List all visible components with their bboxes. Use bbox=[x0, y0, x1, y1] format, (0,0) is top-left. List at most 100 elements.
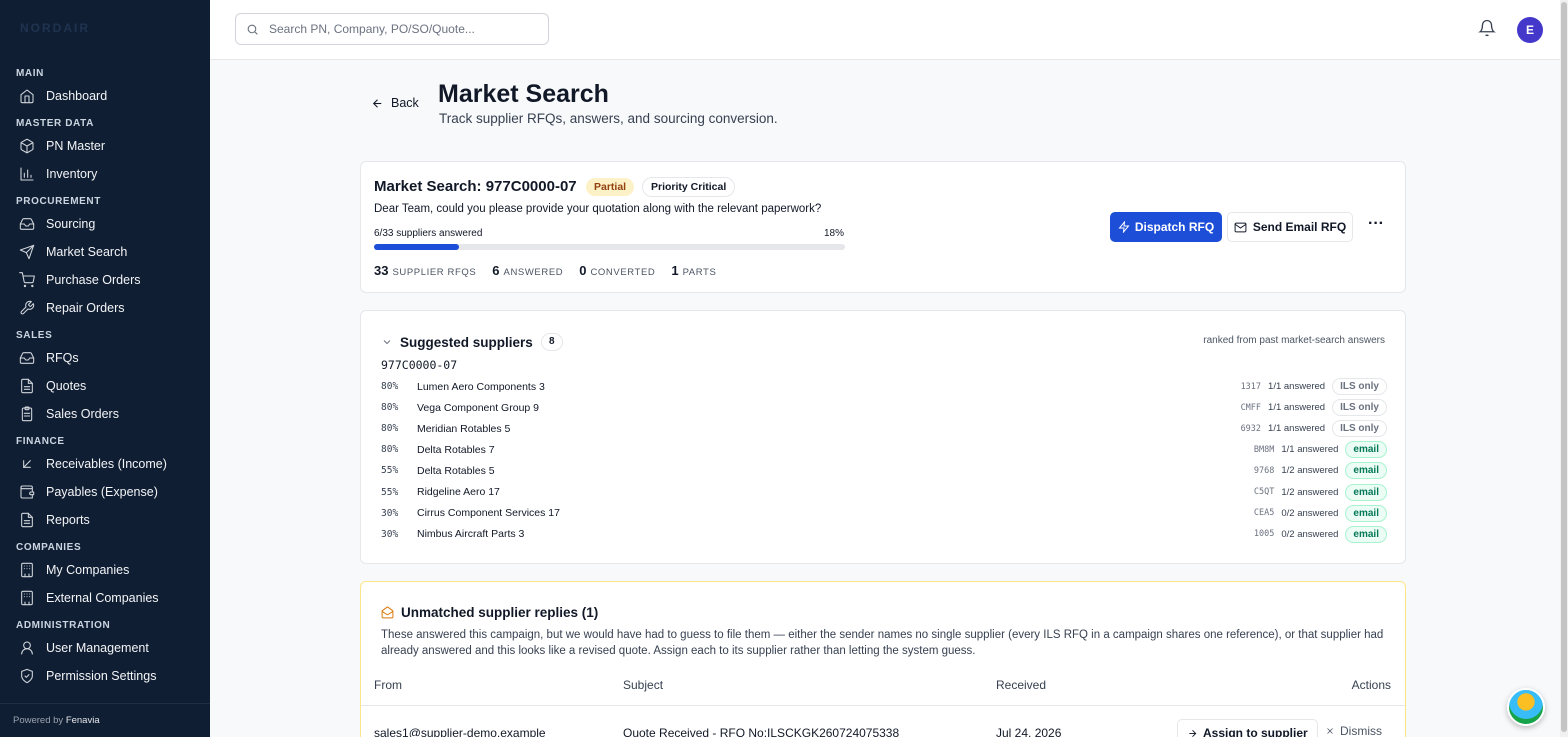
supplier-channel-badge: email bbox=[1345, 525, 1387, 543]
user-avatar[interactable]: E bbox=[1517, 17, 1543, 43]
sidebar-item-label: Purchase Orders bbox=[46, 273, 141, 287]
inbox-icon bbox=[18, 215, 36, 233]
sidebar-item-label: Reports bbox=[46, 513, 90, 527]
supplier-row[interactable]: 80% Lumen Aero Components 3 1317 1/1 answer… bbox=[381, 376, 1387, 397]
suggested-suppliers-toggle[interactable]: Suggested suppliers 8 bbox=[381, 333, 563, 351]
progress-percent: 18% bbox=[824, 228, 845, 239]
row-subject: Quote Received - RFQ No:ILSCKGK260724075… bbox=[623, 726, 900, 737]
sidebar-item-my-companies[interactable]: My Companies bbox=[0, 556, 210, 584]
sidebar-item-user-management[interactable]: User Management bbox=[0, 634, 210, 662]
search-input[interactable] bbox=[269, 22, 539, 36]
mail-open-icon bbox=[381, 606, 394, 619]
arrow-left-icon bbox=[372, 98, 382, 108]
dispatch-rfq-button[interactable]: Dispatch RFQ bbox=[1110, 212, 1222, 242]
assign-to-supplier-button[interactable]: Assign to supplier bbox=[1177, 719, 1318, 737]
sidebar-item-inventory[interactable]: Inventory bbox=[0, 160, 210, 188]
scrollbar-thumb[interactable] bbox=[1561, 2, 1567, 732]
supplier-row[interactable]: 80% Meridian Rotables 5 6932 1/1 answered IL… bbox=[381, 418, 1387, 439]
sidebar-item-receivables-income[interactable]: Receivables (Income) bbox=[0, 450, 210, 478]
supplier-row[interactable]: 30% Nimbus Aircraft Parts 3 1005 0/2 answer… bbox=[381, 524, 1387, 545]
supplier-row[interactable]: 55% Delta Rotables 5 9768 1/2 answered email bbox=[381, 460, 1387, 481]
supplier-row[interactable]: 55% Ridgeline Aero 17 C5QT 1/2 answered emai… bbox=[381, 481, 1387, 502]
supplier-row[interactable]: 30% Cirrus Component Services 17 CEA5 0/2 a… bbox=[381, 503, 1387, 524]
sidebar-item-external-companies[interactable]: External Companies bbox=[0, 584, 210, 612]
stat-answered: 6 ANSWERED bbox=[492, 262, 563, 280]
stat-label: CONVERTED bbox=[590, 267, 656, 278]
global-search[interactable] bbox=[235, 13, 549, 45]
supplier-code: CMFF bbox=[1240, 402, 1262, 413]
bar-chart-icon bbox=[18, 165, 36, 183]
wrench-icon bbox=[18, 299, 36, 317]
sidebar-item-label: Receivables (Income) bbox=[46, 457, 167, 471]
supplier-code: C5QT bbox=[1253, 487, 1275, 498]
sidebar-item-pn-master[interactable]: PN Master bbox=[0, 132, 210, 160]
column-from[interactable]: From bbox=[374, 678, 402, 692]
supplier-channel-badge: ILS only bbox=[1332, 420, 1387, 438]
nav-section-title: COMPANIES bbox=[16, 542, 82, 553]
sidebar-item-reports[interactable]: Reports bbox=[0, 506, 210, 534]
home-icon bbox=[18, 87, 36, 105]
sidebar-item-permission-settings[interactable]: Permission Settings bbox=[0, 662, 210, 690]
column-subject[interactable]: Subject bbox=[623, 678, 663, 692]
back-label: Back bbox=[391, 96, 419, 110]
sidebar-item-label: Permission Settings bbox=[46, 669, 157, 683]
progress-label: 6/33 suppliers answered bbox=[374, 228, 483, 239]
supplier-name[interactable]: Vega Component Group 9 bbox=[417, 402, 1241, 414]
unmatched-title: Unmatched supplier replies (1) bbox=[401, 605, 599, 620]
stat-label: SUPPLIER RFQS bbox=[392, 267, 477, 278]
assistant-launcher-button[interactable] bbox=[1507, 688, 1545, 726]
search-icon bbox=[247, 24, 258, 35]
sidebar-item-quotes[interactable]: Quotes bbox=[0, 372, 210, 400]
dismiss-button[interactable]: Dismiss bbox=[1325, 724, 1382, 737]
supplier-answered: 1/2 answered bbox=[1281, 486, 1339, 498]
sidebar-item-label: User Management bbox=[46, 641, 149, 655]
supplier-answered: 1/2 answered bbox=[1281, 465, 1339, 477]
column-actions: Actions bbox=[1351, 678, 1391, 692]
stat-label: ANSWERED bbox=[503, 267, 564, 278]
supplier-channel-badge: email bbox=[1345, 462, 1387, 480]
back-link[interactable]: Back bbox=[371, 96, 419, 110]
supplier-row[interactable]: 80% Delta Rotables 7 BM8M 1/1 answered email bbox=[381, 439, 1387, 460]
sidebar-item-market-search[interactable]: Market Search bbox=[0, 238, 210, 266]
brand-logo: NORDAIR bbox=[20, 21, 90, 35]
supplier-code: BM8M bbox=[1253, 444, 1275, 455]
sidebar-item-sales-orders[interactable]: Sales Orders bbox=[0, 400, 210, 428]
dispatch-rfq-label: Dispatch RFQ bbox=[1134, 220, 1215, 234]
sidebar-item-label: Payables (Expense) bbox=[46, 485, 158, 499]
powered-name[interactable]: Fenavia bbox=[66, 715, 100, 726]
supplier-list: 80% Lumen Aero Components 3 1317 1/1 answer… bbox=[381, 376, 1387, 545]
supplier-name[interactable]: Cirrus Component Services 17 bbox=[417, 507, 1254, 519]
supplier-name[interactable]: Meridian Rotables 5 bbox=[417, 423, 1241, 435]
supplier-answered: 1/1 answered bbox=[1281, 444, 1339, 456]
send-email-rfq-button[interactable]: Send Email RFQ bbox=[1227, 212, 1353, 242]
supplier-answered: 0/2 answered bbox=[1281, 507, 1339, 519]
supplier-row[interactable]: 80% Vega Component Group 9 CMFF 1/1 answere… bbox=[381, 397, 1387, 418]
supplier-name[interactable]: Delta Rotables 5 bbox=[417, 465, 1254, 477]
notifications-bell-icon[interactable] bbox=[1478, 19, 1498, 39]
progress-bar-fill bbox=[374, 244, 459, 250]
sidebar-item-label: Inventory bbox=[46, 167, 98, 181]
supplier-answered: 1/1 answered bbox=[1268, 381, 1326, 393]
stat-supplier-rfqs: 33 SUPPLIER RFQS bbox=[374, 262, 476, 280]
supplier-name[interactable]: Ridgeline Aero 17 bbox=[417, 486, 1254, 498]
sidebar-item-dashboard[interactable]: Dashboard bbox=[0, 82, 210, 110]
status-badge: Partial bbox=[586, 178, 635, 196]
column-received[interactable]: Received bbox=[996, 678, 1046, 692]
part-number: 977C0000-07 bbox=[381, 358, 458, 372]
sidebar-item-repair-orders[interactable]: Repair Orders bbox=[0, 294, 210, 322]
sidebar-item-payables-expense[interactable]: Payables (Expense) bbox=[0, 478, 210, 506]
stat-value: 0 bbox=[579, 263, 587, 278]
table-header: From Subject Received Actions bbox=[361, 670, 1405, 706]
nav-section-title: MAIN bbox=[16, 68, 44, 79]
supplier-name[interactable]: Lumen Aero Components 3 bbox=[417, 381, 1241, 393]
supplier-name[interactable]: Delta Rotables 7 bbox=[417, 444, 1254, 456]
send-icon bbox=[18, 243, 36, 261]
supplier-name[interactable]: Nimbus Aircraft Parts 3 bbox=[417, 528, 1254, 540]
sidebar-item-rfqs[interactable]: RFQs bbox=[0, 344, 210, 372]
page-scrollbar[interactable] bbox=[1560, 0, 1568, 737]
ranking-note: ranked from past market-search answers bbox=[1203, 335, 1385, 346]
sidebar-item-sourcing[interactable]: Sourcing bbox=[0, 210, 210, 238]
more-options-button[interactable]: ··· bbox=[1365, 216, 1387, 238]
stat-value: 33 bbox=[374, 263, 389, 278]
sidebar-item-purchase-orders[interactable]: Purchase Orders bbox=[0, 266, 210, 294]
